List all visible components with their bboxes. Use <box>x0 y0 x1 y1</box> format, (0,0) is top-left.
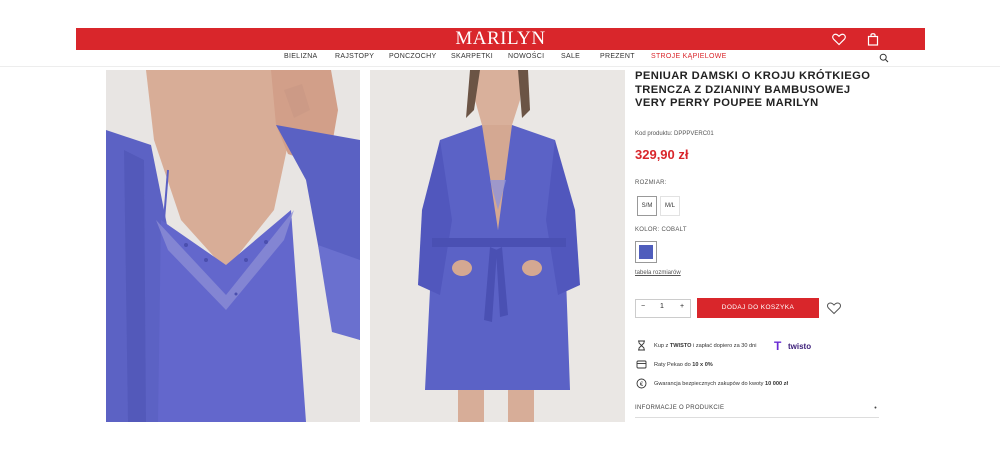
shopping-bag-icon[interactable] <box>865 31 881 47</box>
nav-divider <box>0 66 1000 67</box>
info-text-twisto: Kup z TWISTO i zapłać dopiero za 30 dni <box>654 343 757 349</box>
wishlist-heart-icon[interactable] <box>826 300 842 315</box>
shield-coin-icon: € <box>636 378 647 389</box>
brand-logo[interactable]: MARILYN <box>76 28 925 50</box>
product-info-accordion[interactable]: INFORMACJE O PRODUKCIE • <box>635 405 879 418</box>
main-navigation: BIELIZNA RAJSTOPY PONCZOCHY SKARPETKI NO… <box>76 50 925 66</box>
info-text-twisto-pre: Kup z <box>654 343 670 349</box>
product-photo-full-image <box>370 70 625 422</box>
product-price: 329,90 zł <box>635 147 689 162</box>
info-row-twisto: Kup z TWISTO i zapłać dopiero za 30 dni … <box>636 339 876 354</box>
hourglass-icon <box>638 340 645 351</box>
nav-item-sale[interactable]: SALE <box>561 53 580 60</box>
quantity-stepper: − 1 + <box>635 299 691 318</box>
size-option-ml[interactable]: M/L <box>660 196 680 216</box>
size-label: ROZMIAR: <box>635 180 667 186</box>
info-text-pekao-pre: Raty Pekao do <box>654 362 693 368</box>
search-icon[interactable] <box>879 53 889 63</box>
accordion-bullet-icon: • <box>874 405 877 412</box>
info-text-guarantee-strong: 10 000 zł <box>765 381 789 387</box>
product-photo-closeup-image <box>106 70 360 422</box>
info-text-twisto-post: i zapłać dopiero za 30 dni <box>691 343 757 349</box>
twisto-badge: twisto <box>788 342 812 351</box>
nav-item-skarpetki[interactable]: SKARPETKI <box>451 53 493 60</box>
nav-item-bielizna[interactable]: BIELIZNA <box>284 53 318 60</box>
credit-card-icon <box>636 360 647 369</box>
product-title: PENIUAR DAMSKI O KROJU KRÓTKIEGO TRENCZA… <box>635 70 871 109</box>
size-option-sm[interactable]: S/M <box>637 196 657 216</box>
top-bar: MARILYN <box>76 28 925 50</box>
info-text-guarantee: Gwarancja bezpiecznych zakupów do kwoty … <box>654 381 788 387</box>
info-text-twisto-strong: TWISTO <box>669 343 692 349</box>
svg-text:€: € <box>640 382 644 388</box>
info-row-pekao: Raty Pekao do 10 x 0% <box>636 359 876 373</box>
quantity-increase-button[interactable]: + <box>680 303 684 310</box>
info-row-guarantee: € Gwarancja bezpiecznych zakupów do kwot… <box>636 378 876 392</box>
color-swatch-fill <box>639 245 653 259</box>
nav-item-stroje-kapielowe[interactable]: STROJE KĄPIELOWE <box>651 53 727 60</box>
product-code: Kod produktu: DPPPVERC01 <box>635 131 714 137</box>
add-to-cart-button[interactable]: DODAJ DO KOSZYKA <box>697 298 819 318</box>
nav-item-nowosci[interactable]: NOWOŚCI <box>508 53 544 60</box>
product-photo-full[interactable] <box>370 70 625 422</box>
heart-icon[interactable] <box>831 31 847 47</box>
color-swatch-cobalt[interactable] <box>635 241 657 263</box>
product-photo-closeup[interactable] <box>106 70 360 422</box>
quantity-decrease-button[interactable]: − <box>641 303 645 310</box>
nav-item-rajstopy[interactable]: RAJSTOPY <box>335 53 374 60</box>
color-label: KOLOR: COBALT <box>635 227 687 233</box>
nav-item-ponczochy[interactable]: PONCZOCHY <box>389 53 436 60</box>
info-text-pekao-strong: 10 x 0% <box>692 362 713 368</box>
size-chart-link[interactable]: tabela rozmiarów <box>635 270 681 276</box>
quantity-value[interactable]: 1 <box>660 303 664 310</box>
accordion-label: INFORMACJE O PRODUKCIE <box>635 405 725 411</box>
info-text-guarantee-pre: Gwarancja bezpiecznych zakupów do kwoty <box>654 381 765 387</box>
info-text-pekao: Raty Pekao do 10 x 0% <box>654 362 713 368</box>
nav-item-prezent[interactable]: PREZENT <box>600 53 635 60</box>
twisto-logo-icon: T <box>774 339 782 353</box>
